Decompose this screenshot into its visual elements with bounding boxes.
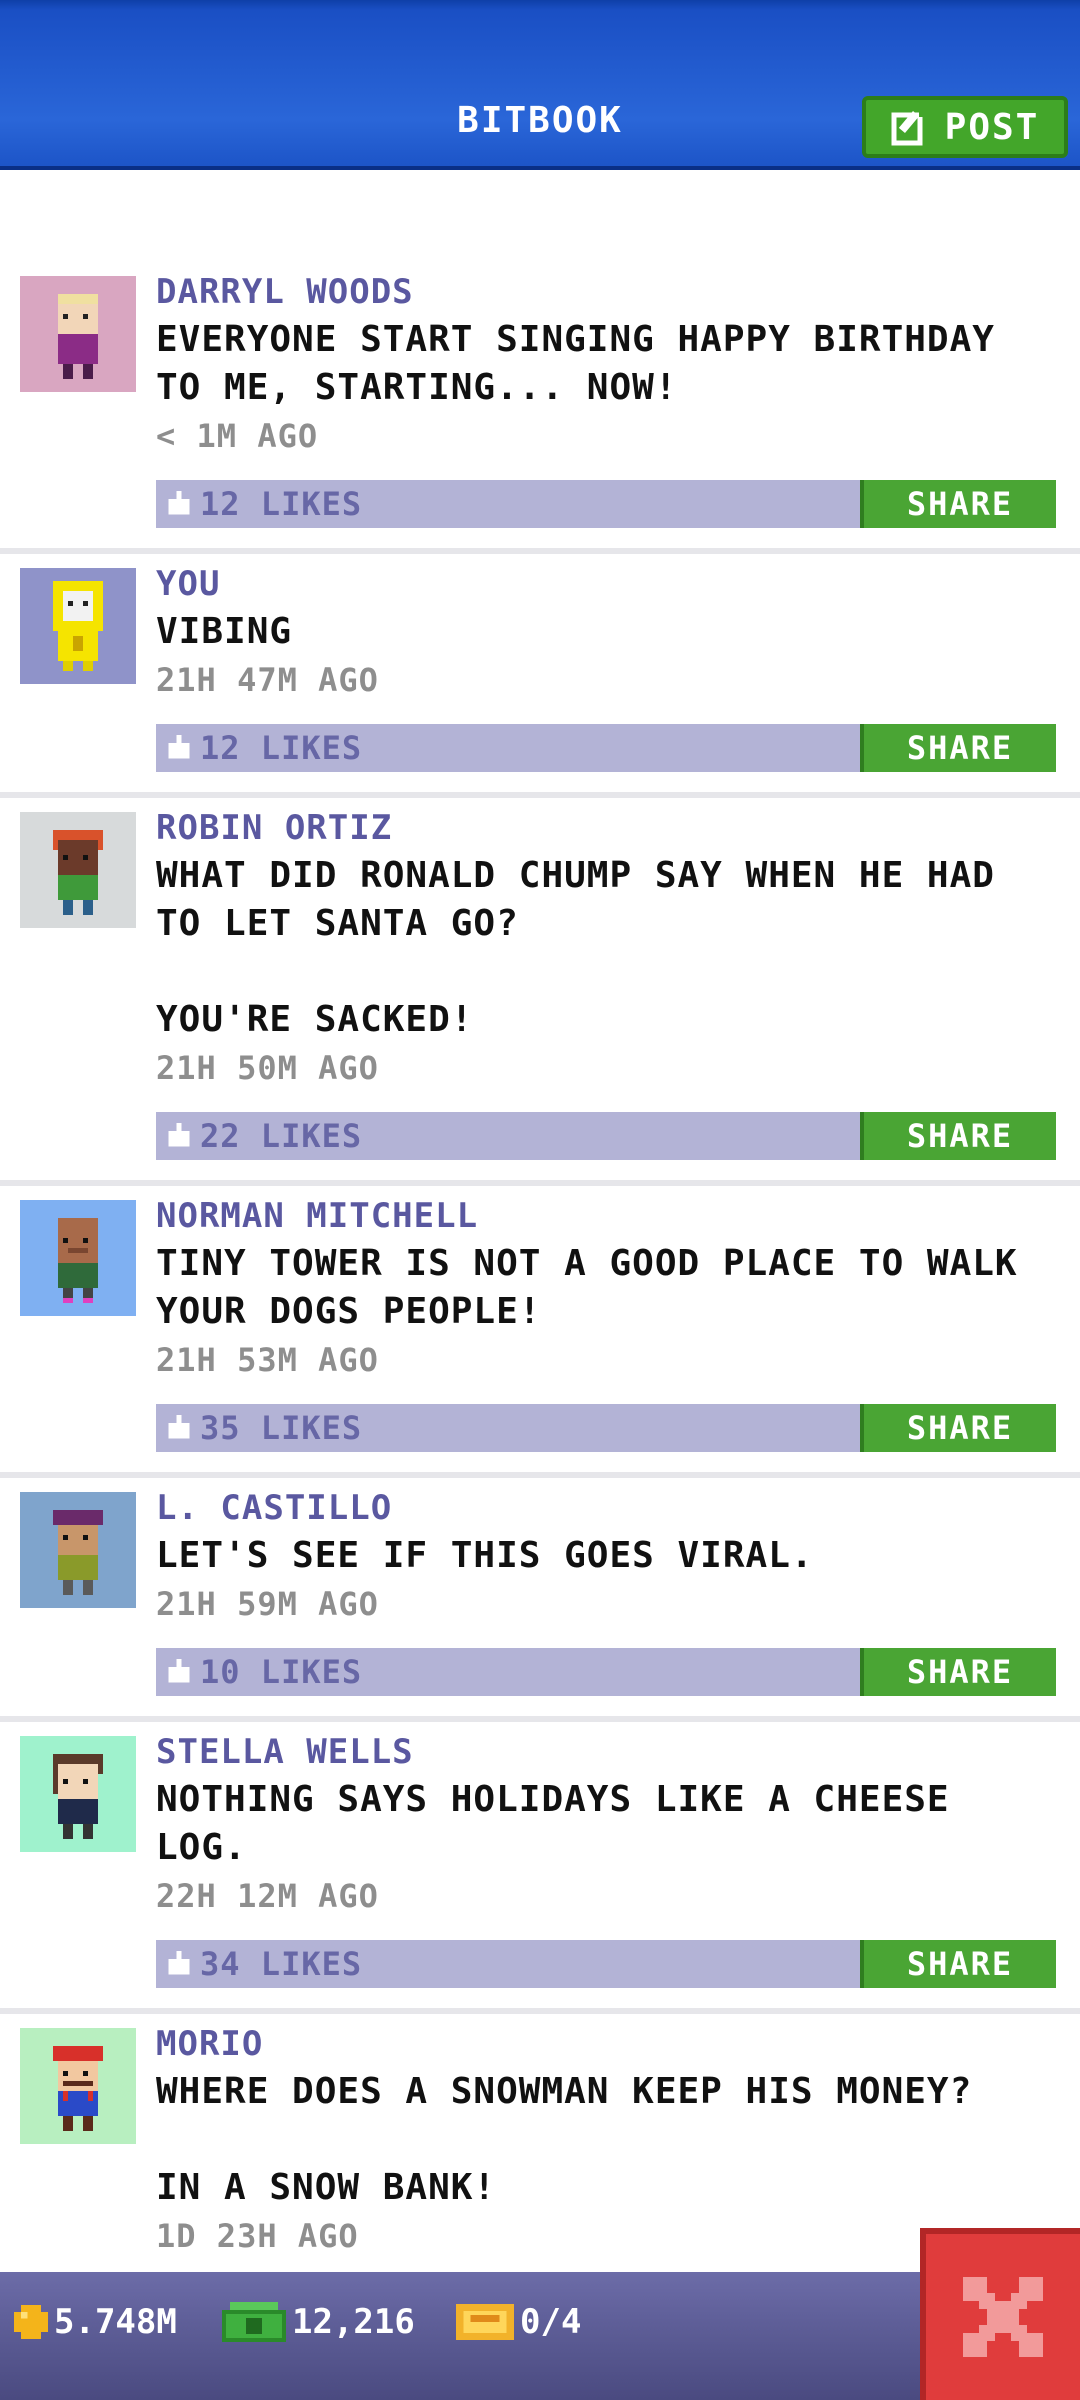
- avatar[interactable]: [20, 1736, 136, 1852]
- post-button[interactable]: POST: [862, 96, 1068, 158]
- feed-post: ROBIN ORTIZ WHAT DID RONALD CHUMP SAY WH…: [0, 798, 1080, 1186]
- likes-bar: 34 LIKES SHARE: [156, 1940, 1056, 1988]
- ticket-icon: [456, 2304, 514, 2340]
- post-message: VIBING: [156, 611, 293, 652]
- post-time: 21H 53M AGO: [156, 1341, 379, 1379]
- bux-stat: 12,216: [222, 2302, 415, 2342]
- status-bar: 5.748M 12,216 0/4: [0, 2272, 1080, 2400]
- close-icon: [963, 2277, 1043, 2357]
- thumbs-up-icon: [168, 735, 190, 759]
- app-header: BITBOOK POST: [0, 0, 1080, 170]
- likes-count[interactable]: 10 LIKES: [166, 1648, 362, 1696]
- thumbs-up-icon: [168, 1659, 190, 1683]
- post-message: LET'S SEE IF THIS GOES VIRAL.: [156, 1535, 814, 1576]
- close-button[interactable]: [920, 2228, 1080, 2400]
- bux-value: 12,216: [292, 2302, 415, 2342]
- feed-post: YOU VIBING 21H 47M AGO 12 LIKES SHARE: [0, 554, 1080, 798]
- post-message: NOTHING SAYS HOLIDAYS LIKE A CHEESE LOG.: [156, 1779, 950, 1868]
- likes-count[interactable]: 12 LIKES: [166, 724, 362, 772]
- coins-stat: 5.748M: [14, 2302, 177, 2342]
- avatar-yellow-hazmat-icon: [53, 581, 103, 671]
- feed-list: DARRYL WOODS EVERYONE START SINGING HAPP…: [0, 262, 1080, 2260]
- post-time: < 1M AGO: [156, 417, 319, 455]
- likes-count[interactable]: 34 LIKES: [166, 1940, 362, 1988]
- share-button[interactable]: SHARE: [860, 724, 1056, 772]
- avatar[interactable]: [20, 276, 136, 392]
- post-time: 21H 47M AGO: [156, 661, 379, 699]
- post-author: MORIO: [156, 2024, 264, 2064]
- thumbs-up-icon: [168, 1951, 190, 1975]
- avatar[interactable]: [20, 1492, 136, 1608]
- avatar-redhead-icon: [53, 830, 103, 915]
- post-author: ROBIN ORTIZ: [156, 808, 393, 848]
- likes-bar: 12 LIKES SHARE: [156, 480, 1056, 528]
- post-message: WHERE DOES A SNOWMAN KEEP HIS MONEY? IN …: [156, 2071, 973, 2208]
- avatar-blonde-purple-icon: [58, 294, 98, 379]
- thumbs-up-icon: [168, 491, 190, 515]
- feed-post: L. CASTILLO LET'S SEE IF THIS GOES VIRAL…: [0, 1478, 1080, 1722]
- likes-bar: 12 LIKES SHARE: [156, 724, 1056, 772]
- post-author: STELLA WELLS: [156, 1732, 414, 1772]
- post-author: DARRYL WOODS: [156, 272, 414, 312]
- coin-icon: [14, 2305, 48, 2339]
- likes-bar: 10 LIKES SHARE: [156, 1648, 1056, 1696]
- bux-icon: [222, 2302, 286, 2342]
- share-button[interactable]: SHARE: [860, 480, 1056, 528]
- likes-count[interactable]: 12 LIKES: [166, 480, 362, 528]
- share-button[interactable]: SHARE: [860, 1940, 1056, 1988]
- post-time: 21H 59M AGO: [156, 1585, 379, 1623]
- avatar[interactable]: [20, 812, 136, 928]
- edit-icon: [891, 109, 929, 146]
- tickets-stat: 0/4: [456, 2302, 581, 2342]
- post-time: 21H 50M AGO: [156, 1049, 379, 1087]
- avatar[interactable]: [20, 2028, 136, 2144]
- post-author: YOU: [156, 564, 221, 604]
- post-time: 22H 12M AGO: [156, 1877, 379, 1915]
- feed-post: DARRYL WOODS EVERYONE START SINGING HAPP…: [0, 262, 1080, 554]
- likes-bar: 22 LIKES SHARE: [156, 1112, 1056, 1160]
- post-button-label: POST: [944, 106, 1040, 148]
- share-button[interactable]: SHARE: [860, 1112, 1056, 1160]
- likes-count[interactable]: 35 LIKES: [166, 1404, 362, 1452]
- coins-value: 5.748M: [54, 2302, 177, 2342]
- post-message: EVERYONE START SINGING HAPPY BIRTHDAY TO…: [156, 319, 995, 408]
- avatar-red-cap-plumber-icon: [53, 2046, 103, 2131]
- feed-post: STELLA WELLS NOTHING SAYS HOLIDAYS LIKE …: [0, 1722, 1080, 2014]
- avatar-bald-green-icon: [58, 1218, 98, 1303]
- tickets-value: 0/4: [520, 2302, 582, 2342]
- share-button[interactable]: SHARE: [860, 1648, 1056, 1696]
- post-message: TINY TOWER IS NOT A GOOD PLACE TO WALK Y…: [156, 1243, 1018, 1332]
- post-author: L. CASTILLO: [156, 1488, 393, 1528]
- feed-post: MORIO WHERE DOES A SNOWMAN KEEP HIS MONE…: [0, 2014, 1080, 2260]
- avatar-brown-hair-icon: [53, 1754, 103, 1839]
- feed-post: NORMAN MITCHELL TINY TOWER IS NOT A GOOD…: [0, 1186, 1080, 1478]
- likes-count[interactable]: 22 LIKES: [166, 1112, 362, 1160]
- likes-bar: 35 LIKES SHARE: [156, 1404, 1056, 1452]
- share-button[interactable]: SHARE: [860, 1404, 1056, 1452]
- thumbs-up-icon: [168, 1123, 190, 1147]
- avatar-purple-cap-icon: [53, 1510, 103, 1595]
- avatar[interactable]: [20, 568, 136, 684]
- thumbs-up-icon: [168, 1415, 190, 1439]
- post-message: WHAT DID RONALD CHUMP SAY WHEN HE HAD TO…: [156, 855, 995, 1040]
- avatar[interactable]: [20, 1200, 136, 1316]
- post-author: NORMAN MITCHELL: [156, 1196, 479, 1236]
